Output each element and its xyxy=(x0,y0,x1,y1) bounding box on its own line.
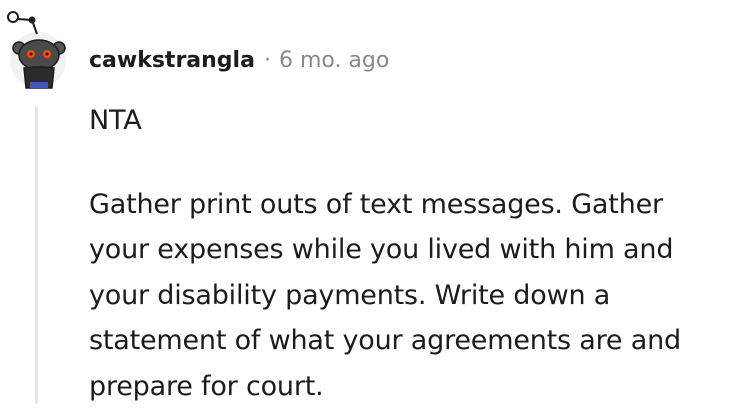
thread-line[interactable] xyxy=(35,106,38,404)
comment-body: NTA Gather print outs of text messages. … xyxy=(89,98,729,409)
comment-paragraph: NTA xyxy=(89,98,729,144)
comment-timestamp[interactable]: 6 mo. ago xyxy=(279,48,389,73)
comment: cawkstrangla · 6 mo. ago NTA Gather prin… xyxy=(0,0,735,404)
user-avatar-icon[interactable] xyxy=(6,10,72,90)
username-link[interactable]: cawkstrangla xyxy=(89,48,255,73)
comment-paragraph: Gather print outs of text messages. Gath… xyxy=(89,182,729,409)
comment-header: cawkstrangla · 6 mo. ago xyxy=(89,44,389,76)
meta-separator: · xyxy=(264,48,271,73)
